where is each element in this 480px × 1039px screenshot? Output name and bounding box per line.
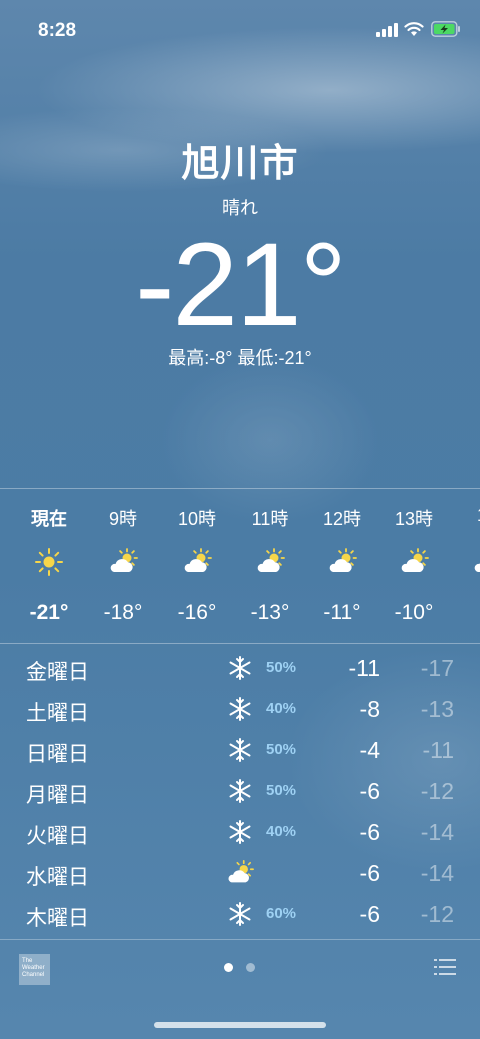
hour-label: 11時 — [251, 509, 289, 529]
current-temperature: -21° — [135, 219, 347, 351]
precipitation-chance: 40% — [266, 823, 297, 840]
day-high: -6 — [359, 778, 380, 804]
status-time: 8:28 — [38, 20, 77, 41]
day-high: -11 — [348, 655, 380, 681]
page-dot-active[interactable] — [224, 963, 233, 972]
daily-row: 火曜日 40% -6 -14 — [0, 812, 480, 852]
status-bar: 8:28 — [0, 0, 480, 60]
city-list-icon[interactable] — [434, 958, 456, 976]
precipitation-chance: 40% — [266, 700, 297, 717]
partly-cloudy-icon — [184, 548, 212, 572]
snow-icon — [229, 902, 251, 926]
day-high: -6 — [359, 819, 380, 845]
condition-text: 晴れ — [222, 198, 258, 218]
wifi-icon — [404, 22, 424, 36]
high-low-temperature: 最高:-8° 最低:-21° — [168, 348, 312, 368]
partly-cloudy-icon — [257, 548, 285, 572]
day-low: -17 — [420, 655, 454, 681]
snow-icon — [229, 820, 251, 844]
city-name: 旭川市 — [181, 143, 299, 185]
day-low: -11 — [422, 737, 454, 763]
day-low: -14 — [420, 860, 454, 886]
hour-label: 9時 — [108, 509, 137, 529]
page-indicator[interactable] — [224, 963, 258, 973]
day-high: -6 — [359, 901, 380, 927]
day-low: -12 — [420, 778, 454, 804]
daily-row: 月曜日 50% -6 -12 — [0, 771, 480, 811]
partly-cloudy-icon — [228, 860, 254, 883]
hour-temperature: -21° — [29, 601, 69, 624]
hour-temperature: -13° — [250, 601, 290, 624]
day-name: 金曜日 — [26, 661, 89, 684]
partly-cloudy-icon — [329, 548, 357, 572]
day-name: 土曜日 — [26, 702, 89, 725]
day-name: 日曜日 — [26, 743, 89, 766]
day-low: -12 — [420, 901, 454, 927]
day-name: 水曜日 — [26, 866, 89, 889]
partly-cloudy-icon — [474, 562, 480, 572]
snow-icon — [229, 697, 251, 721]
hour-label: 10時 — [177, 509, 217, 529]
precipitation-chance: 60% — [266, 905, 297, 922]
cellular-signal-icon — [376, 23, 398, 37]
footer-toolbar: The Weather Channel — [0, 939, 480, 1000]
snow-icon — [229, 779, 251, 803]
daily-row: 木曜日 60% -6 -12 — [0, 894, 480, 934]
daily-row: 金曜日 50% -11 -17 — [0, 648, 480, 688]
precipitation-chance: 50% — [266, 741, 297, 758]
sun-icon — [35, 548, 63, 576]
day-low: -13 — [420, 696, 454, 722]
hour-label: 13時 — [394, 509, 434, 529]
weather-channel-logo[interactable]: The Weather Channel — [19, 954, 50, 985]
snow-icon — [229, 656, 251, 680]
snow-icon — [229, 738, 251, 762]
daily-row: 土曜日 40% -8 -13 — [0, 689, 480, 729]
hour-temperature: -16° — [177, 601, 217, 624]
hour-temperature: -10° — [394, 601, 434, 624]
precipitation-chance: 50% — [266, 659, 297, 676]
partly-cloudy-icon — [110, 548, 138, 572]
page-dot[interactable] — [246, 963, 255, 972]
day-name: 火曜日 — [26, 825, 89, 848]
hour-temperature: -11° — [323, 601, 361, 624]
day-low: -14 — [420, 819, 454, 845]
day-high: -4 — [359, 737, 380, 763]
home-indicator[interactable] — [154, 1022, 326, 1028]
precipitation-chance: 50% — [266, 782, 297, 799]
daily-row: 日曜日 50% -4 -11 — [0, 730, 480, 770]
partly-cloudy-icon — [401, 548, 429, 572]
current-conditions: 旭川市 晴れ — [0, 140, 480, 220]
battery-charging-icon — [431, 21, 460, 37]
day-high: -8 — [359, 696, 380, 722]
hour-label: 14 — [450, 505, 480, 526]
day-name: 木曜日 — [26, 907, 89, 930]
hour-temperature: -18° — [103, 601, 143, 624]
day-high: -6 — [359, 860, 380, 886]
hour-label: 現在 — [31, 509, 67, 529]
daily-row: 水曜日 -6 -14 — [0, 853, 480, 893]
day-name: 月曜日 — [26, 784, 89, 807]
hour-label: 12時 — [322, 509, 362, 529]
hour-temperature: - — [450, 601, 480, 625]
hourly-forecast[interactable]: 現在 -21° 9時 -18° 10時 -16° 11時 -13° 12時 -1… — [0, 488, 480, 644]
